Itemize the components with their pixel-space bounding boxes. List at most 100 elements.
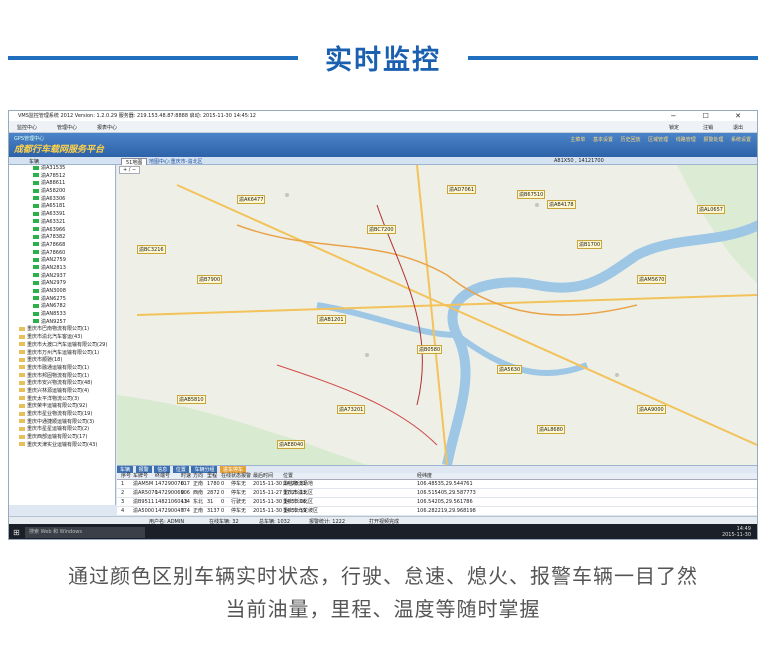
tree-item-label: 重庆市渝北汽车客运(43): [27, 334, 83, 341]
map-vehicle-label[interactable]: 渝AA9000: [637, 405, 666, 414]
column-header[interactable]: 经纬度: [417, 473, 432, 480]
map-vehicle-label[interactable]: 渝AK6477: [237, 195, 266, 204]
tree-vehicle-item[interactable]: 渝A63321: [9, 219, 115, 227]
map-vehicle-label[interactable]: 渝B1700: [577, 240, 603, 249]
menu-exit[interactable]: 退出: [733, 124, 743, 131]
map-view[interactable]: 渝AK6477 渝AD7061 渝B67510 渝AB4178 渝AL0657 渝BC32…: [117, 165, 758, 465]
table-cell: 东北: [193, 499, 204, 505]
tree-company-item[interactable]: 重庆市星星运输有限公司(2): [9, 426, 115, 434]
tree-item-label: 重庆市巴南物流有限公司(1): [27, 326, 90, 333]
header-tab[interactable]: 系统设置: [731, 136, 751, 143]
table-cell: 0: [181, 490, 185, 496]
app-subtitle: GPS管理中心: [14, 136, 45, 142]
tree-company-item[interactable]: 重庆市顺驰(18): [9, 357, 115, 365]
tree-vehicle-item[interactable]: 渝A78668: [9, 242, 115, 250]
tree-company-item[interactable]: 重庆天津实业运输有限公司(43): [9, 442, 115, 450]
table-cell: 重庆市江北区: [283, 499, 314, 505]
tree-company-item[interactable]: 重庆市融通运输有限公司(1): [9, 365, 115, 373]
tree-company-item[interactable]: 重庆市星业物流有限公司(19): [9, 411, 115, 419]
header-tab[interactable]: 基本设置: [593, 136, 613, 143]
table-row[interactable]: 4 渝A5000 14729004774 0 正南 3137 0 停车无 2015-11-30 …: [117, 507, 757, 516]
map-vehicle-label[interactable]: 渝AE8040: [277, 440, 306, 449]
map-vehicle-label[interactable]: 渝AB5810: [177, 395, 206, 404]
column-header[interactable]: 在线: [221, 473, 231, 480]
folder-icon: [19, 334, 25, 339]
column-header[interactable]: 终端号: [155, 473, 170, 480]
header-tab[interactable]: 报警处理: [703, 136, 723, 143]
header-tab[interactable]: 线路管理: [676, 136, 696, 143]
column-header[interactable]: 报警: [241, 473, 251, 480]
column-header[interactable]: 序号: [121, 473, 131, 480]
table-cell: 0: [221, 490, 225, 496]
column-header[interactable]: 最后时间: [253, 473, 273, 480]
tree-item-label: 渝A78382: [41, 234, 66, 241]
car-icon: [33, 180, 39, 185]
tree-item-label: 重庆太平洋物流公司(3): [27, 395, 80, 402]
tree-company-item[interactable]: 重庆市安兴物流有限公司(48): [9, 380, 115, 388]
table-row[interactable]: 3 渝B9511 14821060414 13 东北 31 0 行驶无 2015-11-30 1…: [117, 498, 757, 507]
tree-vehicle-item[interactable]: 渝AN8533: [9, 311, 115, 319]
tree-vehicle-item[interactable]: 渝A31535: [9, 165, 115, 173]
header-tab[interactable]: 主菜单: [570, 136, 585, 143]
tree-vehicle-item[interactable]: 渝A58200: [9, 188, 115, 196]
table-cell: 渝AR5070: [133, 490, 158, 496]
table-cell: 13: [181, 499, 188, 505]
tree-vehicle-item[interactable]: 渝A63391: [9, 211, 115, 219]
map-vehicle-label[interactable]: 渝B67510: [517, 190, 546, 199]
column-header[interactable]: 里程: [207, 473, 217, 480]
map-vehicle-label[interactable]: 渝AD7061: [447, 185, 476, 194]
table-cell: 3: [121, 499, 125, 505]
map-vehicle-label[interactable]: 渝AB4178: [547, 200, 576, 209]
tree-item-label: 渝AN2759: [41, 257, 66, 264]
map-vehicle-label[interactable]: 渝A5630: [497, 365, 523, 374]
menubar: 监控中心 管理中心 报表中心 锁定 注销 退出: [9, 121, 757, 133]
table-row[interactable]: 1 渝AM5M 14729007617 0 正南 1780 0 停车无 2015-11-30 1…: [117, 480, 757, 489]
taskbar-search[interactable]: 搜索 Web 和 Windows: [25, 527, 145, 538]
tree-company-item[interactable]: 重庆兴林源运输有限公司(4): [9, 388, 115, 396]
menu-report[interactable]: 报表中心: [97, 124, 117, 131]
tree-vehicle-item[interactable]: 渝AN3008: [9, 288, 115, 296]
folder-icon: [19, 380, 25, 385]
map-vehicle-label[interactable]: 渝AM5670: [637, 275, 667, 284]
map-vehicle-label[interactable]: 渝A73201: [337, 405, 366, 414]
tree-label: 车辆: [29, 159, 40, 165]
tree-vehicle-item[interactable]: 渝A65181: [9, 203, 115, 211]
tree-vehicle-item[interactable]: 渝AN2979: [9, 280, 115, 288]
folder-icon: [19, 419, 25, 424]
map-vehicle-label[interactable]: 渝B0580: [417, 345, 443, 354]
menu-monitor[interactable]: 监控中心: [17, 124, 37, 131]
map-vehicle-label[interactable]: 渝AL8680: [537, 425, 565, 434]
map-vehicle-label[interactable]: 渝AB1201: [317, 315, 346, 324]
window-controls[interactable]: − ☐ ✕: [671, 111, 753, 121]
tree-vehicle-item[interactable]: 渝A78382: [9, 234, 115, 242]
column-header[interactable]: 时速: [181, 473, 191, 480]
menu-lock[interactable]: 锁定: [669, 124, 679, 131]
column-header[interactable]: 车牌号: [133, 473, 148, 480]
tree-company-item[interactable]: 重庆荣丰运输有限公司(92): [9, 403, 115, 411]
column-header[interactable]: 状态: [231, 473, 241, 480]
tree-vehicle-item[interactable]: 渝AN6782: [9, 303, 115, 311]
tree-vehicle-item[interactable]: 渝AN2759: [9, 257, 115, 265]
map-vehicle-label[interactable]: 渝AL0657: [697, 205, 725, 214]
table-row[interactable]: 2 渝AR5070 14729006906 0 西南 2872 0 停车无 2015-11-27…: [117, 489, 757, 498]
tree-vehicle-item[interactable]: 渝AN2813: [9, 265, 115, 273]
car-icon: [33, 188, 39, 193]
tree-company-item[interactable]: 重庆市大渡口汽车运输有限公司(29): [9, 342, 115, 350]
header-tab[interactable]: 区域管理: [648, 136, 668, 143]
map-vehicle-label[interactable]: 渝B7900: [197, 275, 223, 284]
column-header[interactable]: 位置: [283, 473, 293, 480]
map-zoom-control[interactable]: + / −: [119, 166, 141, 174]
menu-management[interactable]: 管理中心: [57, 124, 77, 131]
header-tab[interactable]: 历史回放: [621, 136, 641, 143]
tree-company-item[interactable]: 重庆市万州汽车运输有限公司(1): [9, 350, 115, 358]
tree-company-item[interactable]: 重庆市巴南物流有限公司(1): [9, 326, 115, 334]
map-canvas[interactable]: [117, 165, 758, 465]
menu-logout[interactable]: 注销: [703, 124, 713, 131]
windows-start-icon[interactable]: ⊞: [13, 528, 20, 537]
tree-vehicle-item[interactable]: 渝A88611: [9, 180, 115, 188]
column-header[interactable]: 方向: [193, 473, 203, 480]
tree-company-item[interactable]: 重庆市渝北汽车客运(43): [9, 334, 115, 342]
map-vehicle-label[interactable]: 渝BC3216: [137, 245, 166, 254]
map-vehicle-label[interactable]: 渝BC7200: [367, 225, 396, 234]
tree-company-item[interactable]: 重庆西部运输有限公司(17): [9, 434, 115, 442]
